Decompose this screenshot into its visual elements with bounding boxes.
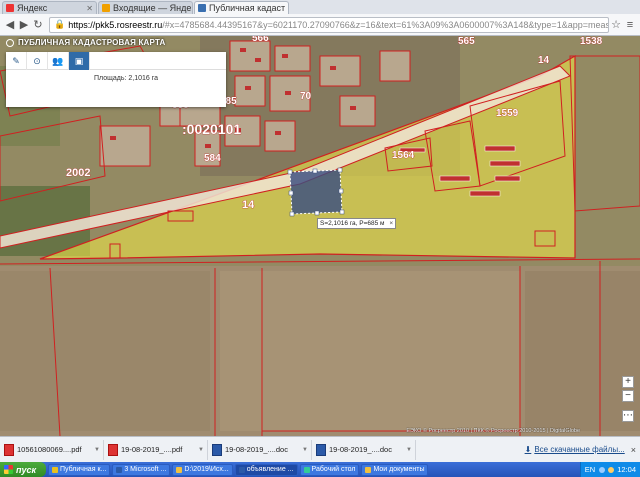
tab-mail[interactable]: Входящие — Яндекс ✕ [98,1,193,14]
parcel-label-1564: 1564 [392,150,415,161]
address-bar: ◀ ▶ ↻ 🔒 https://pkk5.rosreestr.ru /#x=47… [0,14,640,36]
tab-label: Входящие — Яндекс [113,3,193,13]
download-filename: 19-08-2019_....doc [225,445,288,454]
zoom-in-button[interactable]: + [622,376,634,388]
rosreestr-logo-icon [6,38,14,47]
taskbar-item-label: Публичная к... [60,466,107,473]
menu-icon[interactable]: ≡ [623,18,637,32]
taskbar-item[interactable]: 3 Microsoft ... [112,463,171,476]
downloads-bar: 10561080069....pdf ▼ 19-08-2019_....pdf … [0,436,640,462]
network-icon[interactable] [599,466,606,473]
download-item[interactable]: 19-08-2019_....doc ▼ [316,439,416,460]
start-button[interactable]: пуск [0,462,46,477]
word-icon [116,466,123,473]
taskbar-item[interactable]: D:\2019\Исх... [172,463,233,476]
folder-icon [365,466,372,473]
selection-measure-text: S=2,1016 га, P=685 м [320,220,385,227]
parcel-label-2002: 2002 [66,167,90,179]
start-label: пуск [16,464,37,475]
windows-logo-icon [4,465,13,474]
lock-icon: 🔒 [54,19,66,29]
parcel-label-1538: 1538 [580,36,603,47]
url-input[interactable]: 🔒 https://pkk5.rosreestr.ru /#x=4785684.… [49,16,609,33]
word-icon [238,466,245,473]
tab-close-icon[interactable]: ✕ [84,4,93,13]
parcel-label-584: 584 [204,153,221,164]
cadastral-quarter-label: :0020101 [182,121,241,137]
tab-cadastral-map[interactable]: Публичная кадаст ✕ [194,1,289,14]
forward-icon[interactable]: ▶ [17,18,31,32]
zoom-out-button[interactable]: − [622,390,634,402]
parcel-label-70: 70 [300,91,312,102]
taskbar-item-label: Рабочий стол [311,466,356,473]
doc-file-icon [212,443,222,456]
tab-close-icon[interactable]: ✕ [285,4,288,13]
measurement-toolbar: ✎ ⊙ 👥 ▣ [6,52,226,70]
app-title: ПУБЛИЧНАЯ КАДАСТРОВАЯ КАРТА [6,38,166,47]
browser-icon [52,466,58,473]
url-path: /#x=4785684.44395167&y=6021170.27090766&… [162,19,609,30]
all-downloads-link[interactable]: ⬇ Все скачанные файлы... [525,445,625,454]
taskbar-item-label: объявление ... [246,466,294,473]
taskbar-item[interactable]: Мои документы [361,463,429,476]
rosreestr-favicon-icon [198,4,206,12]
download-item[interactable]: 19-08-2019_....pdf ▼ [108,439,208,460]
reload-icon[interactable]: ↻ [31,18,45,32]
pdf-file-icon [4,443,14,456]
tab-label: Публичная кадаст [209,3,286,13]
all-downloads-text: Все скачанные файлы... [534,445,625,454]
selection-measure-label: S=2,1016 га, P=685 м × [317,218,397,229]
pencil-icon[interactable]: ✎ [6,52,27,70]
save-icon[interactable]: ▣ [69,52,90,70]
pdf-file-icon [108,443,118,456]
taskbar-item[interactable]: Рабочий стол [299,463,360,476]
measurement-panel: ✎ ⊙ 👥 ▣ Площадь: 2,1016 га [6,52,226,107]
doc-file-icon [316,443,326,456]
system-tray: EN 12:04 [579,462,640,477]
chevron-down-icon[interactable]: ▼ [198,447,207,453]
parcel-label-14: 14 [242,199,255,211]
back-icon[interactable]: ◀ [3,18,17,32]
download-icon: ⬇ [524,445,532,454]
chevron-down-icon[interactable]: ▼ [302,447,311,453]
clock: 12:04 [617,465,636,474]
chevron-down-icon[interactable]: ▼ [406,447,415,453]
yandex-favicon-icon [6,4,14,12]
folder-icon [176,466,183,473]
taskbar-item-label: Мои документы [373,466,425,473]
download-item[interactable]: 10561080069....pdf ▼ [4,439,104,460]
taskbar-item-label: 3 Microsoft ... [124,466,167,473]
windows-taskbar: пуск Публичная к... 3 Microsoft ... D:\2… [0,462,640,477]
download-filename: 19-08-2019_....pdf [121,445,183,454]
close-icon[interactable]: × [631,445,636,455]
taskbar-item-label: D:\2019\Исх... [184,466,229,473]
star-icon[interactable]: ☆ [609,18,623,32]
taskbar-item[interactable]: Публичная к... [48,463,111,476]
tab-label: Яндекс [17,3,48,13]
map-view[interactable]: :0020101 14 14 1564 1559 565 1538 2002 5… [0,36,640,436]
volume-icon[interactable] [608,466,615,473]
mail-favicon-icon [102,4,110,12]
parcel-label-566: 566 [252,36,269,44]
point-icon[interactable]: ⊙ [27,52,48,70]
measured-area-text: Площадь: 2,1016 га [94,75,159,82]
parcel-label-14-corner: 14 [538,55,550,66]
download-filename: 19-08-2019_....doc [329,445,392,454]
tab-yandex[interactable]: Яндекс ✕ [2,1,97,14]
taskbar-item[interactable]: объявление ... [234,463,298,476]
app-title-text: ПУБЛИЧНАЯ КАДАСТРОВАЯ КАРТА [18,38,166,47]
browser-tab-bar: Яндекс ✕ Входящие — Яндекс ✕ Публичная к… [0,0,640,14]
map-copyright: ЕЭКО © Росреестр 2010 | ПКК © Росреестр … [406,428,580,434]
url-domain: https://pkk5.rosreestr.ru [68,19,163,30]
users-icon[interactable]: 👥 [48,52,69,70]
more-options-button[interactable]: ⋯ [622,410,634,422]
chevron-down-icon[interactable]: ▼ [94,447,103,453]
download-filename: 10561080069....pdf [17,445,82,454]
parcel-label-565: 565 [458,36,475,47]
close-icon[interactable]: × [389,220,393,227]
download-item[interactable]: 19-08-2019_....doc ▼ [212,439,312,460]
language-indicator[interactable]: EN [585,465,595,474]
desktop-icon [303,466,310,473]
parcel-label-1559: 1559 [496,108,519,119]
